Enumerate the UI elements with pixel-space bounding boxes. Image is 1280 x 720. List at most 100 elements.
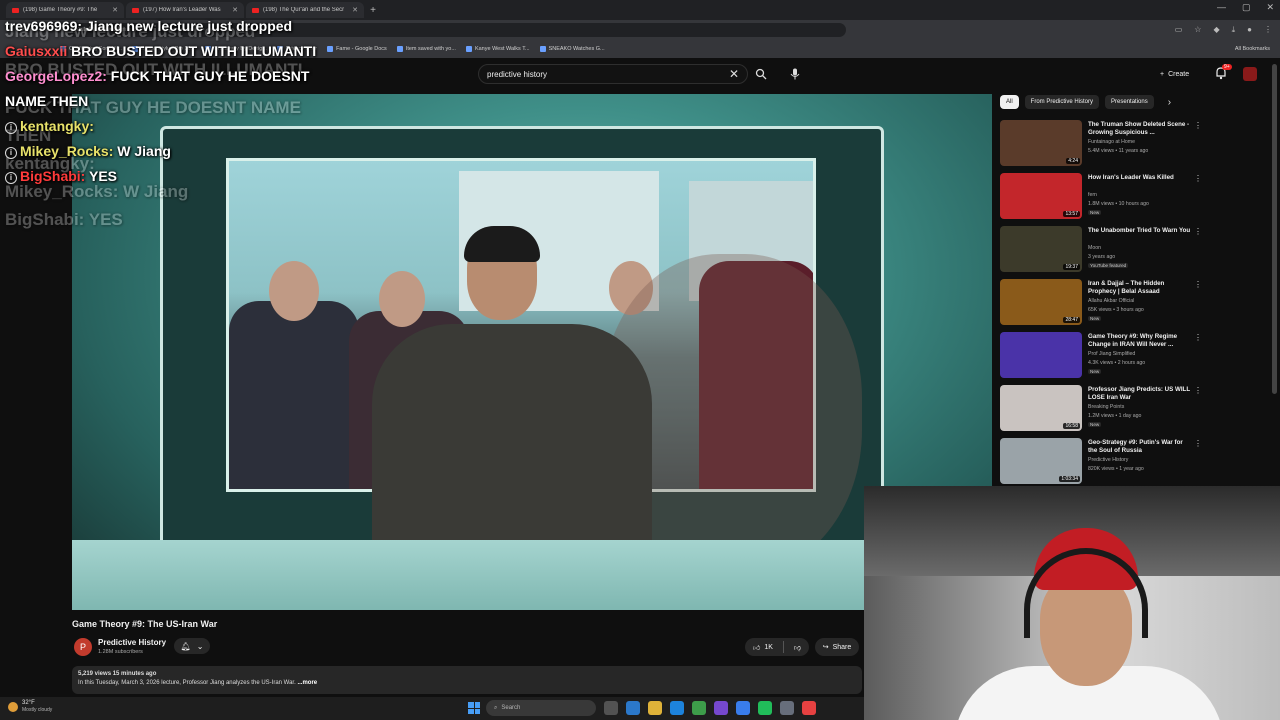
chip-presentations[interactable]: Presentations — [1105, 95, 1154, 109]
more-options-icon[interactable]: ⋮ — [1194, 439, 1202, 448]
recommendation-item[interactable]: 13:57 How Iran's Leader Was Killed fern 1.8… — [1000, 171, 1206, 223]
recommendation-item[interactable]: 1:03:34 Geo-Strategy #9: Putin's War for … — [1000, 436, 1206, 488]
recommendation-item[interactable]: 28:47 Iran & Dajjal – The Hidden Prophecy… — [1000, 277, 1206, 329]
close-icon[interactable]: ✕ — [112, 6, 118, 14]
recommendation-channel[interactable]: Prof Jiang Simplified — [1088, 351, 1135, 357]
recommendation-item[interactable]: 16:58 Professor Jiang Predicts: US WILL L… — [1000, 383, 1206, 435]
close-icon[interactable]: ✕ — [232, 6, 238, 14]
recommendation-title[interactable]: How Iran's Leader Was Killed — [1088, 174, 1192, 182]
recommendation-thumbnail[interactable]: 16:58 — [1000, 385, 1082, 431]
recommendation-title[interactable]: Iran & Dajjal – The Hidden Prophecy | Be… — [1088, 280, 1192, 296]
chat-username: kentangky: — [20, 118, 94, 134]
recommendation-thumbnail[interactable]: 28:47 — [1000, 279, 1082, 325]
like-dislike-group: 👍︎ 1K 👎︎ — [745, 638, 809, 656]
all-bookmarks[interactable]: All Bookmarks — [1235, 46, 1270, 52]
recommendation-title[interactable]: Geo-Strategy #9: Putin's War for the Sou… — [1088, 439, 1192, 455]
voice-search-button[interactable] — [786, 65, 804, 83]
menu-icon[interactable]: ⋮ — [1264, 25, 1272, 35]
file-explorer-icon[interactable] — [648, 701, 662, 715]
more-options-icon[interactable]: ⋮ — [1194, 333, 1202, 342]
dislike-icon[interactable]: 👎︎ — [794, 643, 801, 652]
show-more-link[interactable]: ...more — [297, 680, 317, 686]
chip-all[interactable]: All — [1000, 95, 1019, 109]
more-options-icon[interactable]: ⋮ — [1194, 121, 1202, 130]
recommendation-channel[interactable]: Moon — [1088, 245, 1101, 251]
share-button[interactable]: ↪ Share — [815, 638, 859, 656]
recommendation-channel[interactable]: Funtainago at Home — [1088, 139, 1135, 145]
search-input[interactable]: predictive history ✕ — [478, 64, 748, 84]
app-icon[interactable] — [670, 701, 684, 715]
bookmark-icon — [539, 46, 546, 52]
recommendation-chips: All From Predictive History Presentation… — [1000, 95, 1171, 109]
create-button[interactable]: + Create — [1160, 67, 1189, 81]
chat-message: trev696969: Jiang new lecture just dropp… — [5, 14, 335, 39]
description-box[interactable]: 5,219 views 15 minutes ago In this Tuesd… — [72, 666, 862, 694]
more-options-icon[interactable]: ⋮ — [1194, 174, 1202, 183]
foreground-table — [72, 540, 992, 610]
app-icon[interactable] — [758, 701, 772, 715]
chip-from-channel[interactable]: From Predictive History — [1024, 95, 1100, 109]
app-icon[interactable] — [714, 701, 728, 715]
chat-overlay: trev696969: Jiang new lecture just dropp… — [5, 14, 335, 189]
close-icon[interactable]: ✕ — [352, 6, 358, 14]
edge-icon[interactable] — [626, 701, 640, 715]
app-icon[interactable] — [736, 701, 750, 715]
close-window-icon[interactable]: ✕ — [1266, 2, 1274, 13]
recommendation-thumbnail[interactable]: 19:37 — [1000, 226, 1082, 272]
minimize-icon[interactable]: — — [1217, 2, 1226, 13]
taskbar-search[interactable]: ⌕ Search — [486, 700, 596, 716]
more-options-icon[interactable]: ⋮ — [1194, 280, 1202, 289]
channel-avatar[interactable]: P — [74, 638, 92, 656]
recommendation-thumbnail[interactable] — [1000, 332, 1082, 378]
new-tab-button[interactable]: + — [366, 3, 380, 17]
star-icon[interactable]: ☆ — [1194, 25, 1201, 35]
download-icon[interactable]: ⤓ — [1232, 25, 1236, 35]
extension-icon[interactable]: ◆ — [1213, 25, 1219, 35]
cast-icon[interactable]: ▭ — [1175, 25, 1183, 35]
recommendation-channel[interactable]: Allahu Akbar Official — [1088, 298, 1134, 304]
recommendation-item[interactable]: Game Theory #9: Why Regime Change in IRA… — [1000, 330, 1206, 382]
bookmark[interactable]: Kanye West Walks T... — [465, 46, 530, 52]
chevron-right-icon[interactable]: › — [1168, 97, 1171, 108]
weather-widget[interactable]: 32°F Mostly cloudy — [8, 700, 52, 713]
more-options-icon[interactable]: ⋮ — [1194, 386, 1202, 395]
recommendation-thumbnail[interactable]: 4:24 — [1000, 120, 1082, 166]
recommendation-title[interactable]: Game Theory #9: Why Regime Change in IRA… — [1088, 333, 1192, 349]
like-icon[interactable]: 👍︎ — [753, 643, 760, 652]
recommendation-thumbnail[interactable]: 13:57 — [1000, 173, 1082, 219]
channel-name[interactable]: Predictive History — [98, 638, 166, 647]
app-icon[interactable] — [802, 701, 816, 715]
video-duration: 28:47 — [1063, 317, 1080, 323]
tab-label: (197) How Iran's Leader Was — [143, 7, 221, 13]
subscribed-bell-button[interactable]: 🔔︎ ⌄ — [174, 638, 210, 654]
recommendation-title[interactable]: The Unabomber Tried To Warn You — [1088, 227, 1192, 235]
recommendation-item[interactable]: 4:24 The Truman Show Deleted Scene - Grow… — [1000, 118, 1206, 170]
bookmark[interactable]: SNEAKO Watches G... — [539, 46, 605, 52]
app-icon[interactable] — [780, 701, 794, 715]
profile-icon[interactable]: ● — [1247, 25, 1252, 35]
account-avatar[interactable] — [1243, 67, 1257, 81]
more-options-icon[interactable]: ⋮ — [1194, 227, 1202, 236]
video-duration: 1:03:34 — [1059, 476, 1080, 482]
maximize-icon[interactable]: ▢ — [1242, 2, 1251, 13]
recommendation-title[interactable]: Professor Jiang Predicts: US WILL LOSE I… — [1088, 386, 1192, 402]
bookmark[interactable]: Item saved with yo... — [396, 46, 456, 52]
recommendation-meta: 1.2M views • 1 day ago — [1088, 413, 1142, 419]
ghost-line: BigShabi: YES — [5, 210, 123, 229]
plus-icon: + — [1160, 70, 1165, 78]
task-view-icon[interactable] — [604, 701, 618, 715]
clear-search-icon[interactable]: ✕ — [729, 67, 739, 81]
recommendation-channel[interactable]: Predictive History — [1088, 457, 1128, 463]
recommendation-channel[interactable]: Breaking Points — [1088, 404, 1124, 410]
chat-username: BigShabi: — [20, 168, 86, 184]
scrollbar[interactable] — [1272, 64, 1277, 394]
recommendation-channel[interactable]: fern — [1088, 192, 1097, 198]
recommendation-title[interactable]: The Truman Show Deleted Scene - Growing … — [1088, 121, 1192, 137]
start-menu-icon[interactable] — [468, 702, 480, 714]
youtube-icon — [132, 7, 139, 13]
like-count[interactable]: 1K — [764, 644, 773, 651]
search-button[interactable] — [752, 65, 770, 83]
chrome-icon[interactable] — [692, 701, 706, 715]
recommendation-thumbnail[interactable]: 1:03:34 — [1000, 438, 1082, 484]
recommendation-item[interactable]: 19:37 The Unabomber Tried To Warn You Moon… — [1000, 224, 1206, 276]
